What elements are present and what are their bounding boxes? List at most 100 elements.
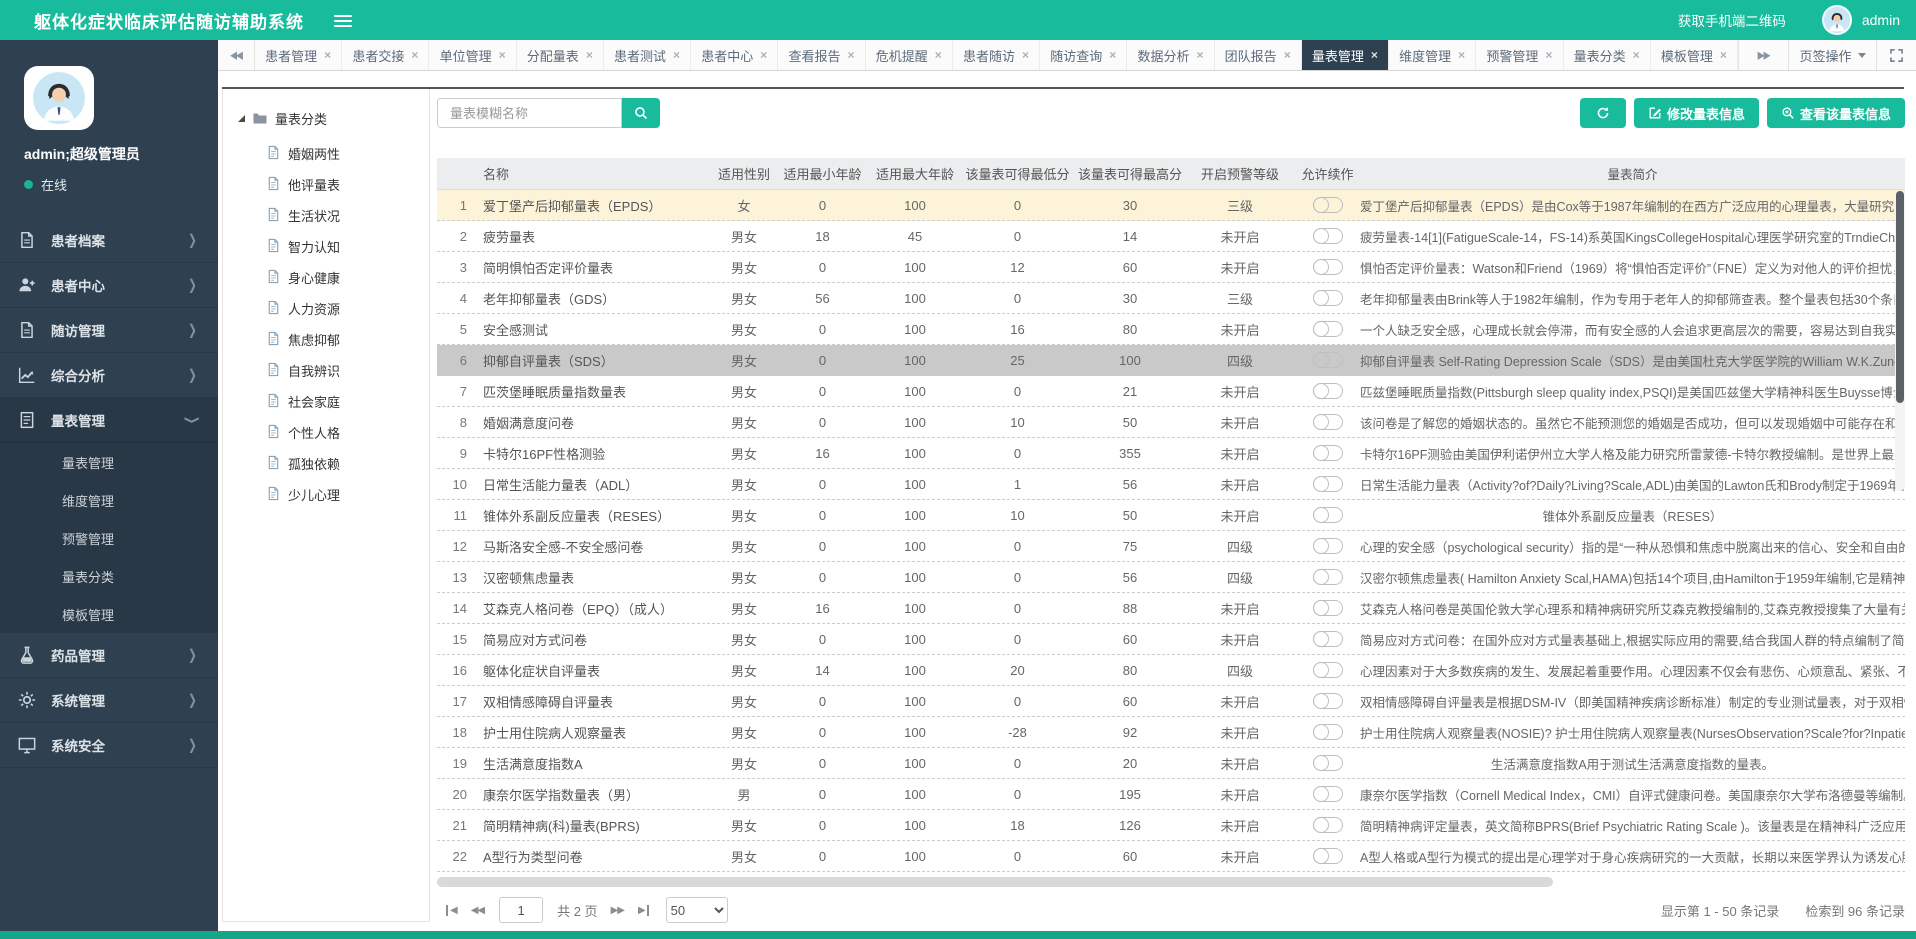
tree-item-4[interactable]: 身心健康	[223, 262, 429, 293]
tree-item-7[interactable]: 自我辨识	[223, 355, 429, 386]
tab-close-icon[interactable]: ×	[1109, 48, 1116, 62]
tree-item-1[interactable]: 他评量表	[223, 169, 429, 200]
table-row-15[interactable]: 15简易应对方式问卷男女0100060未开启简易应对方式问卷：在国外应对方式量表…	[437, 624, 1905, 655]
tab-10[interactable]: 数据分析×	[1127, 40, 1214, 70]
resume-toggle-off[interactable]	[1313, 352, 1343, 368]
first-page-button[interactable]: ◀	[446, 905, 457, 916]
tree-item-6[interactable]: 焦虑抑郁	[223, 324, 429, 355]
menu-toggle-icon[interactable]	[334, 14, 352, 27]
tab-close-icon[interactable]: ×	[848, 48, 855, 62]
resume-toggle-off[interactable]	[1313, 259, 1343, 275]
resume-toggle-off[interactable]	[1313, 755, 1343, 771]
tab-7[interactable]: 危机提醒×	[866, 40, 953, 70]
resume-toggle-off[interactable]	[1313, 228, 1343, 244]
tab-close-icon[interactable]: ×	[499, 48, 506, 62]
table-row-16[interactable]: 16躯体化症状自评量表男女141002080四级心理因素对于大多数疾病的发生、发…	[437, 655, 1905, 686]
resume-toggle-off[interactable]	[1313, 848, 1343, 864]
table-row-17[interactable]: 17双相情感障碍自评量表男女0100060未开启双相情感障碍自评量表是根据DSM…	[437, 686, 1905, 717]
tab-3[interactable]: 分配量表×	[517, 40, 604, 70]
table-row-6[interactable]: 6抑郁自评量表（SDS）男女010025100四级抑郁自评量表 Self-Rat…	[437, 345, 1905, 376]
resume-toggle-off[interactable]	[1313, 569, 1343, 585]
sidebar-item-2[interactable]: 随访管理❯	[0, 308, 218, 353]
sidebar-item-3[interactable]: 综合分析❯	[0, 353, 218, 398]
table-row-22[interactable]: 22A型行为类型问卷男女0100060未开启A型人格或A型行为模式的提出是心理学…	[437, 841, 1905, 872]
resume-toggle-off[interactable]	[1313, 414, 1343, 430]
tab-close-icon[interactable]: ×	[673, 48, 680, 62]
tab-5[interactable]: 患者中心×	[691, 40, 778, 70]
table-row-4[interactable]: 4老年抑郁量表（GDS）男女56100030三级老年抑郁量表由Brink等人于1…	[437, 283, 1905, 314]
tab-close-icon[interactable]: ×	[1284, 48, 1291, 62]
table-row-13[interactable]: 13汉密顿焦虑量表男女0100056四级汉密尔顿焦虑量表( Hamilton A…	[437, 562, 1905, 593]
tab-operations-dropdown[interactable]: 页签操作	[1788, 40, 1876, 70]
resume-toggle-off[interactable]	[1313, 290, 1343, 306]
sidebar-subitem-4-4[interactable]: 模板管理	[0, 595, 218, 633]
tree-item-2[interactable]: 生活状况	[223, 200, 429, 231]
tab-14[interactable]: 预警管理×	[1476, 40, 1563, 70]
tree-item-11[interactable]: 少儿心理	[223, 479, 429, 510]
resume-toggle-off[interactable]	[1313, 600, 1343, 616]
sidebar-subitem-4-3[interactable]: 量表分类	[0, 557, 218, 595]
tree-item-3[interactable]: 智力认知	[223, 231, 429, 262]
tree-item-10[interactable]: 孤独依赖	[223, 448, 429, 479]
resume-toggle-off[interactable]	[1313, 476, 1343, 492]
resume-toggle-off[interactable]	[1313, 817, 1343, 833]
tree-root-node[interactable]: 量表分类	[223, 107, 429, 129]
vertical-scrollbar-thumb[interactable]	[1896, 191, 1904, 403]
tab-close-icon[interactable]: ×	[586, 48, 593, 62]
tree-item-8[interactable]: 社会家庭	[223, 386, 429, 417]
tab-close-icon[interactable]: ×	[1458, 48, 1465, 62]
tab-13[interactable]: 维度管理×	[1389, 40, 1476, 70]
sidebar-item-1[interactable]: 患者中心❯	[0, 263, 218, 308]
search-button[interactable]	[622, 98, 660, 128]
tab-9[interactable]: 随访查询×	[1040, 40, 1127, 70]
horizontal-scrollbar[interactable]	[437, 877, 1905, 887]
table-row-14[interactable]: 14艾森克人格问卷（EPQ）（成人）男女16100088未开启艾森克人格问卷是英…	[437, 593, 1905, 624]
sidebar-item-5[interactable]: 药品管理❯	[0, 633, 218, 678]
tab-close-icon[interactable]: ×	[324, 48, 331, 62]
resume-toggle-off[interactable]	[1313, 321, 1343, 337]
tab-16[interactable]: 模板管理×	[1651, 40, 1738, 70]
resume-toggle-off[interactable]	[1313, 631, 1343, 647]
sidebar-subitem-4-0[interactable]: 量表管理	[0, 443, 218, 481]
user-avatar[interactable]	[1822, 5, 1852, 35]
resume-toggle-off[interactable]	[1313, 786, 1343, 802]
table-row-3[interactable]: 3简明惧怕否定评价量表男女01001260未开启惧怕否定评价量表：Watson和…	[437, 252, 1905, 283]
sidebar-subitem-4-1[interactable]: 维度管理	[0, 481, 218, 519]
view-scale-button[interactable]: 查看该量表信息	[1767, 98, 1905, 128]
last-page-button[interactable]: ▶	[638, 905, 649, 916]
sidebar-subitem-4-2[interactable]: 预警管理	[0, 519, 218, 557]
tab-6[interactable]: 查看报告×	[778, 40, 865, 70]
table-row-10[interactable]: 10日常生活能力量表（ADL）男女0100156未开启日常生活能力量表（Acti…	[437, 469, 1905, 500]
tab-close-icon[interactable]: ×	[1720, 48, 1727, 62]
tab-8[interactable]: 患者随访×	[953, 40, 1040, 70]
prev-page-button[interactable]: ◀◀	[471, 905, 484, 916]
tab-15[interactable]: 量表分类×	[1564, 40, 1651, 70]
tab-close-icon[interactable]: ×	[1022, 48, 1029, 62]
fullscreen-icon[interactable]	[1876, 40, 1916, 70]
tab-close-icon[interactable]: ×	[1371, 48, 1378, 62]
tree-item-9[interactable]: 个性人格	[223, 417, 429, 448]
table-row-9[interactable]: 9卡特尔16PF性格测验男女161000355未开启卡特尔16PF测验由美国伊利…	[437, 438, 1905, 469]
table-row-8[interactable]: 8婚姻满意度问卷男女01001050未开启该问卷是了解您的婚姻状态的。虽然它不能…	[437, 407, 1905, 438]
horizontal-scrollbar-thumb[interactable]	[437, 877, 1553, 887]
sidebar-item-6[interactable]: 系统管理❯	[0, 678, 218, 723]
resume-toggle-off[interactable]	[1313, 662, 1343, 678]
tab-12-active[interactable]: 量表管理×	[1302, 40, 1389, 70]
tab-close-icon[interactable]: ×	[1545, 48, 1552, 62]
tabs-scroll-left-icon[interactable]: ◀◀	[218, 40, 255, 70]
table-row-12[interactable]: 12马斯洛安全感-不安全感问卷男女0100075四级心理的安全感（psychol…	[437, 531, 1905, 562]
sidebar-item-4[interactable]: 量表管理❯	[0, 398, 218, 443]
next-page-button[interactable]: ▶▶	[611, 905, 624, 916]
tab-close-icon[interactable]: ×	[411, 48, 418, 62]
table-row-20[interactable]: 20康奈尔医学指数量表（男）男01000195未开启康奈尔医学指数（Cornel…	[437, 779, 1905, 810]
tab-4[interactable]: 患者测试×	[604, 40, 691, 70]
tab-0[interactable]: 患者管理×	[255, 40, 342, 70]
tab-11[interactable]: 团队报告×	[1215, 40, 1302, 70]
vertical-scrollbar[interactable]	[1895, 191, 1905, 491]
resume-toggle-off[interactable]	[1313, 538, 1343, 554]
tab-close-icon[interactable]: ×	[1196, 48, 1203, 62]
sidebar-item-0[interactable]: 患者档案❯	[0, 218, 218, 263]
resume-toggle-off[interactable]	[1313, 197, 1343, 213]
table-row-2[interactable]: 2疲劳量表男女1845014未开启疲劳量表-14[1](FatigueScale…	[437, 221, 1905, 252]
table-row-18[interactable]: 18护士用住院病人观察量表男女0100-2892未开启护士用住院病人观察量表(N…	[437, 717, 1905, 748]
